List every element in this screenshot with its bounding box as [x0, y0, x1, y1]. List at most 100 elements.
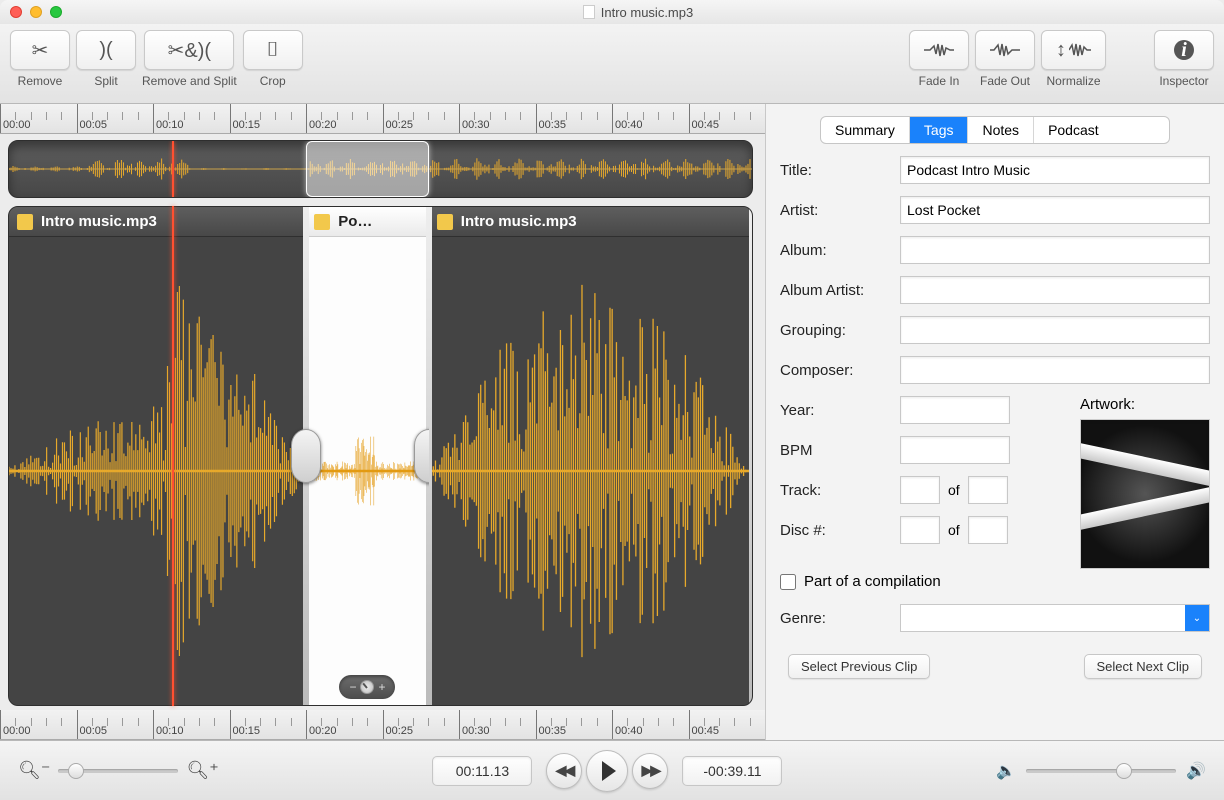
timeline-ruler-top[interactable]: 00:0000:0500:1000:1500:2000:2500:3000:35… [0, 104, 765, 134]
genre-label: Genre: [780, 610, 900, 627]
clip-edge-right[interactable] [749, 207, 752, 705]
audio-clip[interactable]: Po… −+ [306, 207, 429, 705]
audio-lane: Intro music.mp3 Po… −+ Intro music.mp3 [8, 206, 753, 706]
clip-title: Intro music.mp3 [41, 213, 157, 230]
playhead[interactable] [172, 206, 174, 706]
bpm-field[interactable] [900, 436, 1010, 464]
audio-clip[interactable]: Intro music.mp3 [429, 207, 752, 705]
artist-label: Artist: [780, 202, 900, 219]
split-button[interactable]: )( [76, 30, 136, 70]
clip-header[interactable]: Po… [306, 207, 429, 237]
normalize-button[interactable]: ↕ [1041, 30, 1106, 70]
clip-edge-left[interactable] [429, 207, 432, 705]
grouping-field[interactable] [900, 316, 1210, 344]
audio-file-icon [437, 214, 453, 230]
inspector-panel: Summary Tags Notes Podcast Title: Artist… [765, 104, 1224, 740]
clip-title: Po… [338, 213, 372, 230]
time-remaining[interactable]: -00:39.11 [682, 756, 782, 786]
normalize-icon: ↕ [1056, 39, 1091, 62]
zoom-slider-thumb[interactable] [68, 763, 84, 779]
normalize-label: Normalize [1046, 74, 1100, 88]
fade-in-icon [924, 42, 954, 58]
window-title: Intro music.mp3 [601, 5, 693, 20]
audio-clip[interactable]: Intro music.mp3 [9, 207, 306, 705]
track-label: Track: [780, 482, 900, 499]
document-icon [583, 5, 595, 19]
fade-in-label: Fade In [919, 74, 960, 88]
overview-selection[interactable] [306, 141, 429, 197]
minimize-window-icon[interactable] [30, 6, 42, 18]
fade-in-button[interactable] [909, 30, 969, 70]
gain-control[interactable]: −+ [339, 675, 395, 699]
track-number-field[interactable] [900, 476, 940, 504]
toolbar: ✂ Remove )( Split ✂&)( Remove and Split … [0, 24, 1224, 104]
crop-label: Crop [260, 74, 286, 88]
select-next-clip-button[interactable]: Select Next Clip [1084, 654, 1202, 679]
artwork-well[interactable] [1080, 419, 1210, 569]
fade-handle-left[interactable] [289, 426, 323, 486]
fade-out-icon [990, 42, 1020, 58]
rewind-button[interactable]: ◀◀ [546, 753, 582, 789]
volume-slider-thumb[interactable] [1116, 763, 1132, 779]
clip-title: Intro music.mp3 [461, 213, 577, 230]
gain-dial-icon [360, 680, 374, 694]
forward-button[interactable]: ▶▶ [632, 753, 668, 789]
zoom-slider[interactable] [58, 769, 178, 773]
compilation-label: Part of a compilation [804, 573, 941, 590]
tab-podcast[interactable]: Podcast [1034, 117, 1113, 143]
play-icon [602, 761, 616, 781]
chevron-down-icon: ⌄ [1185, 605, 1209, 631]
artist-field[interactable] [900, 196, 1210, 224]
composer-field[interactable] [900, 356, 1210, 384]
track-total-field[interactable] [968, 476, 1008, 504]
volume-slider[interactable] [1026, 769, 1176, 773]
select-previous-clip-button[interactable]: Select Previous Clip [788, 654, 930, 679]
year-field[interactable] [900, 396, 1010, 424]
disc-number-field[interactable] [900, 516, 940, 544]
disc-total-field[interactable] [968, 516, 1008, 544]
remove-button[interactable]: ✂ [10, 30, 70, 70]
remove-split-icon: ✂&)( [168, 38, 211, 63]
audio-file-icon [314, 214, 330, 230]
bpm-label: BPM [780, 442, 900, 459]
tab-summary[interactable]: Summary [821, 117, 910, 143]
remove-and-split-button[interactable]: ✂&)( [144, 30, 234, 70]
rewind-icon: ◀◀ [556, 762, 574, 779]
overview-playhead[interactable] [172, 141, 174, 197]
clip-header[interactable]: Intro music.mp3 [9, 207, 306, 237]
audio-file-icon [17, 214, 33, 230]
album-artist-label: Album Artist: [780, 282, 900, 299]
disc-label: Disc #: [780, 522, 900, 539]
zoom-window-icon[interactable] [50, 6, 62, 18]
tracks-area: Intro music.mp3 Po… −+ Intro music.mp3 [8, 206, 753, 706]
fade-out-button[interactable] [975, 30, 1035, 70]
fade-out-label: Fade Out [980, 74, 1030, 88]
zoom-out-icon[interactable]: 🔍︎⁻ [18, 760, 50, 781]
composer-label: Composer: [780, 362, 900, 379]
genre-select[interactable]: ⌄ [900, 604, 1210, 632]
volume-high-icon: 🔊 [1186, 761, 1206, 781]
title-field[interactable] [900, 156, 1210, 184]
compilation-checkbox[interactable] [780, 574, 796, 590]
split-icon: )( [99, 39, 112, 62]
disc-of-text: of [948, 522, 960, 538]
time-elapsed[interactable]: 00:11.13 [432, 756, 532, 786]
crop-button[interactable]: ⌷ [243, 30, 303, 70]
album-artist-field[interactable] [900, 276, 1210, 304]
year-label: Year: [780, 402, 900, 419]
zoom-in-icon[interactable]: 🔍︎⁺ [186, 760, 218, 781]
crop-icon: ⌷ [267, 39, 279, 62]
remove-split-label: Remove and Split [142, 74, 237, 88]
overview-lane[interactable] [8, 140, 753, 198]
inspector-label: Inspector [1159, 74, 1208, 88]
clip-header[interactable]: Intro music.mp3 [429, 207, 752, 237]
album-field[interactable] [900, 236, 1210, 264]
tab-tags[interactable]: Tags [910, 117, 969, 143]
tab-notes[interactable]: Notes [968, 117, 1034, 143]
timeline-ruler-bottom[interactable]: 00:0000:0500:1000:1500:2000:2500:3000:35… [0, 710, 765, 740]
close-window-icon[interactable] [10, 6, 22, 18]
play-button[interactable] [586, 750, 628, 792]
info-icon: i [1174, 40, 1194, 60]
track-of-text: of [948, 482, 960, 498]
inspector-button[interactable]: i [1154, 30, 1214, 70]
